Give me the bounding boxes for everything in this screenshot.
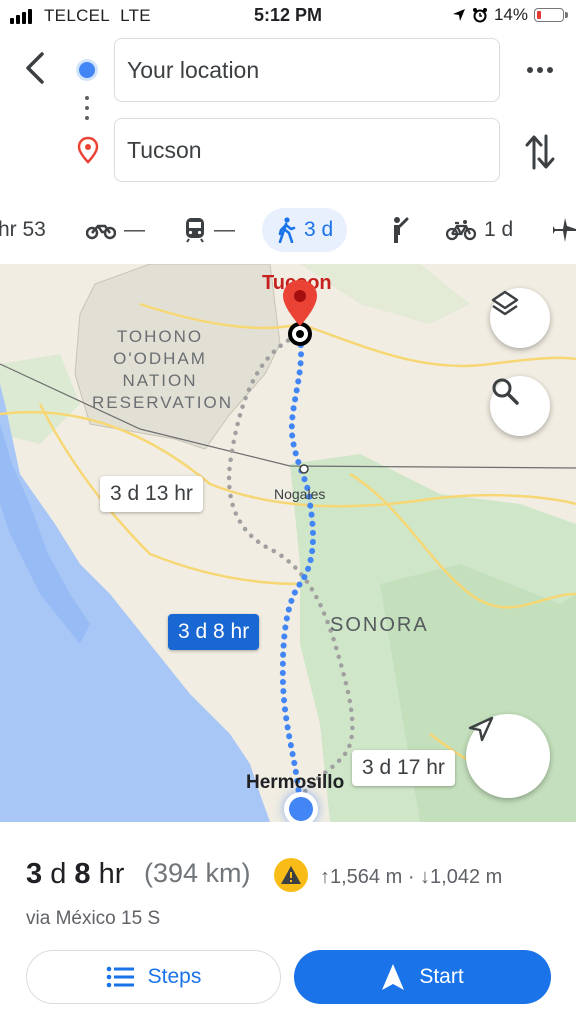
start-button[interactable]: Start (294, 950, 551, 1004)
ride-hail-icon (394, 217, 409, 243)
ascent-icon: ↑ (320, 866, 330, 888)
travel-mode-tabs: hr 53 — — 3 d 1 d (0, 202, 576, 258)
route-duration: 3 d 8 hr (26, 858, 125, 890)
destination-pin-icon (77, 136, 99, 164)
tab-walking-label: 3 d (304, 218, 334, 241)
airplane-icon (553, 218, 576, 242)
back-arrow-icon[interactable] (18, 50, 54, 86)
search-icon (492, 378, 519, 405)
route-tag-alt-2[interactable]: 3 d 17 hr (352, 750, 455, 786)
tab-transit-label: — (214, 218, 235, 241)
destination-input[interactable]: Tucson (114, 118, 500, 182)
descent-icon: ↓ (420, 866, 431, 888)
battery-percent: 14% (493, 5, 528, 24)
layers-button[interactable] (490, 288, 550, 348)
tab-walking[interactable]: 3 d (262, 208, 348, 252)
navigation-arrow-icon (468, 716, 494, 742)
tab-motorcycle[interactable]: — (86, 202, 145, 258)
list-icon (106, 966, 134, 988)
recenter-button[interactable] (466, 714, 550, 798)
route-tag-alt-1[interactable]: 3 d 13 hr (100, 476, 203, 512)
motorcycle-icon (86, 224, 116, 240)
tab-ride-hail[interactable] (386, 202, 410, 258)
steps-label: Steps (147, 965, 202, 988)
map-label-reservation: TOHONO O'ODHAM NATION RESERVATION (92, 327, 234, 412)
navigation-start-icon (382, 964, 405, 990)
map-label-hermosillo: Hermosillo (246, 772, 345, 793)
start-label: Start (419, 965, 464, 988)
tab-motorcycle-label: — (124, 218, 145, 241)
alarm-icon (472, 8, 487, 23)
route-tag-selected[interactable]: 3 d 8 hr (168, 614, 260, 650)
tab-transit[interactable]: — (184, 202, 235, 258)
train-icon (186, 218, 204, 243)
warning-icon[interactable] (274, 858, 308, 892)
tab-cycling-label: 1 d (484, 218, 514, 241)
route-summary-sheet: 3 d 8 hr (394 km) ↑1,564 m · ↓1,042 m vi… (0, 822, 576, 1024)
status-bar: TELCEL LTE 5:12 PM 14% (0, 0, 576, 34)
destination-marker-icon[interactable] (276, 278, 326, 350)
map-view[interactable]: Tucson TOHONO O'ODHAM NATION RESERVATION… (0, 264, 576, 822)
search-map-button[interactable] (490, 376, 550, 436)
tab-driving-label: hr 53 (0, 218, 46, 241)
origin-dot-icon (79, 62, 95, 78)
route-connector-dots (85, 96, 89, 126)
route-distance: (394 km) (144, 858, 251, 888)
elevation-info: ↑1,564 m · ↓1,042 m (320, 866, 503, 888)
layers-icon (491, 290, 519, 316)
battery-icon (534, 8, 568, 22)
bicycle-icon (446, 220, 476, 241)
steps-button[interactable]: Steps (26, 950, 281, 1004)
walking-icon (278, 217, 296, 243)
location-arrow-icon (452, 9, 465, 21)
swap-directions-icon[interactable] (522, 132, 558, 172)
tab-driving[interactable]: hr 53 (0, 202, 46, 258)
route-via: via México 15 S (26, 908, 161, 929)
tab-cycling[interactable]: 1 d (446, 202, 513, 258)
origin-input[interactable]: Your location (114, 38, 500, 102)
map-label-sonora: SONORA (330, 614, 429, 636)
tab-flight[interactable] (552, 202, 576, 258)
map-label-nogales: Nogales (274, 486, 326, 502)
more-options-icon[interactable] (522, 58, 558, 82)
current-location-marker (284, 792, 318, 822)
